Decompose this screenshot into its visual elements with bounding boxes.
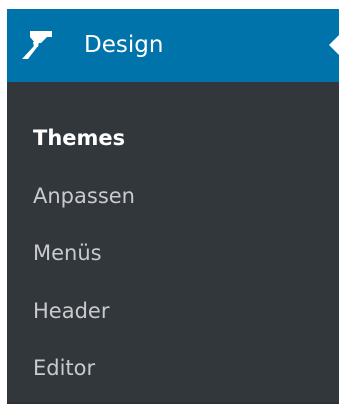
submenu-item-editor[interactable]: Editor [33,354,95,382]
paintbrush-icon [17,29,55,61]
admin-side-menu: Design Themes Anpassen Menüs Header Edit… [7,9,339,404]
submenu-item-themes[interactable]: Themes [33,124,125,152]
menu-item-design-label: Design [84,32,164,58]
submenu-item-anpassen[interactable]: Anpassen [33,182,135,210]
screenshot-frame: Design Themes Anpassen Menüs Header Edit… [0,0,341,406]
menu-bottom-divider [7,402,339,404]
submenu-item-menues[interactable]: Menüs [33,239,102,267]
design-submenu: Themes Anpassen Menüs Header Editor [7,82,339,404]
current-menu-arrow [329,35,339,55]
menu-item-design[interactable]: Design [7,9,339,82]
submenu-item-header[interactable]: Header [33,297,109,325]
